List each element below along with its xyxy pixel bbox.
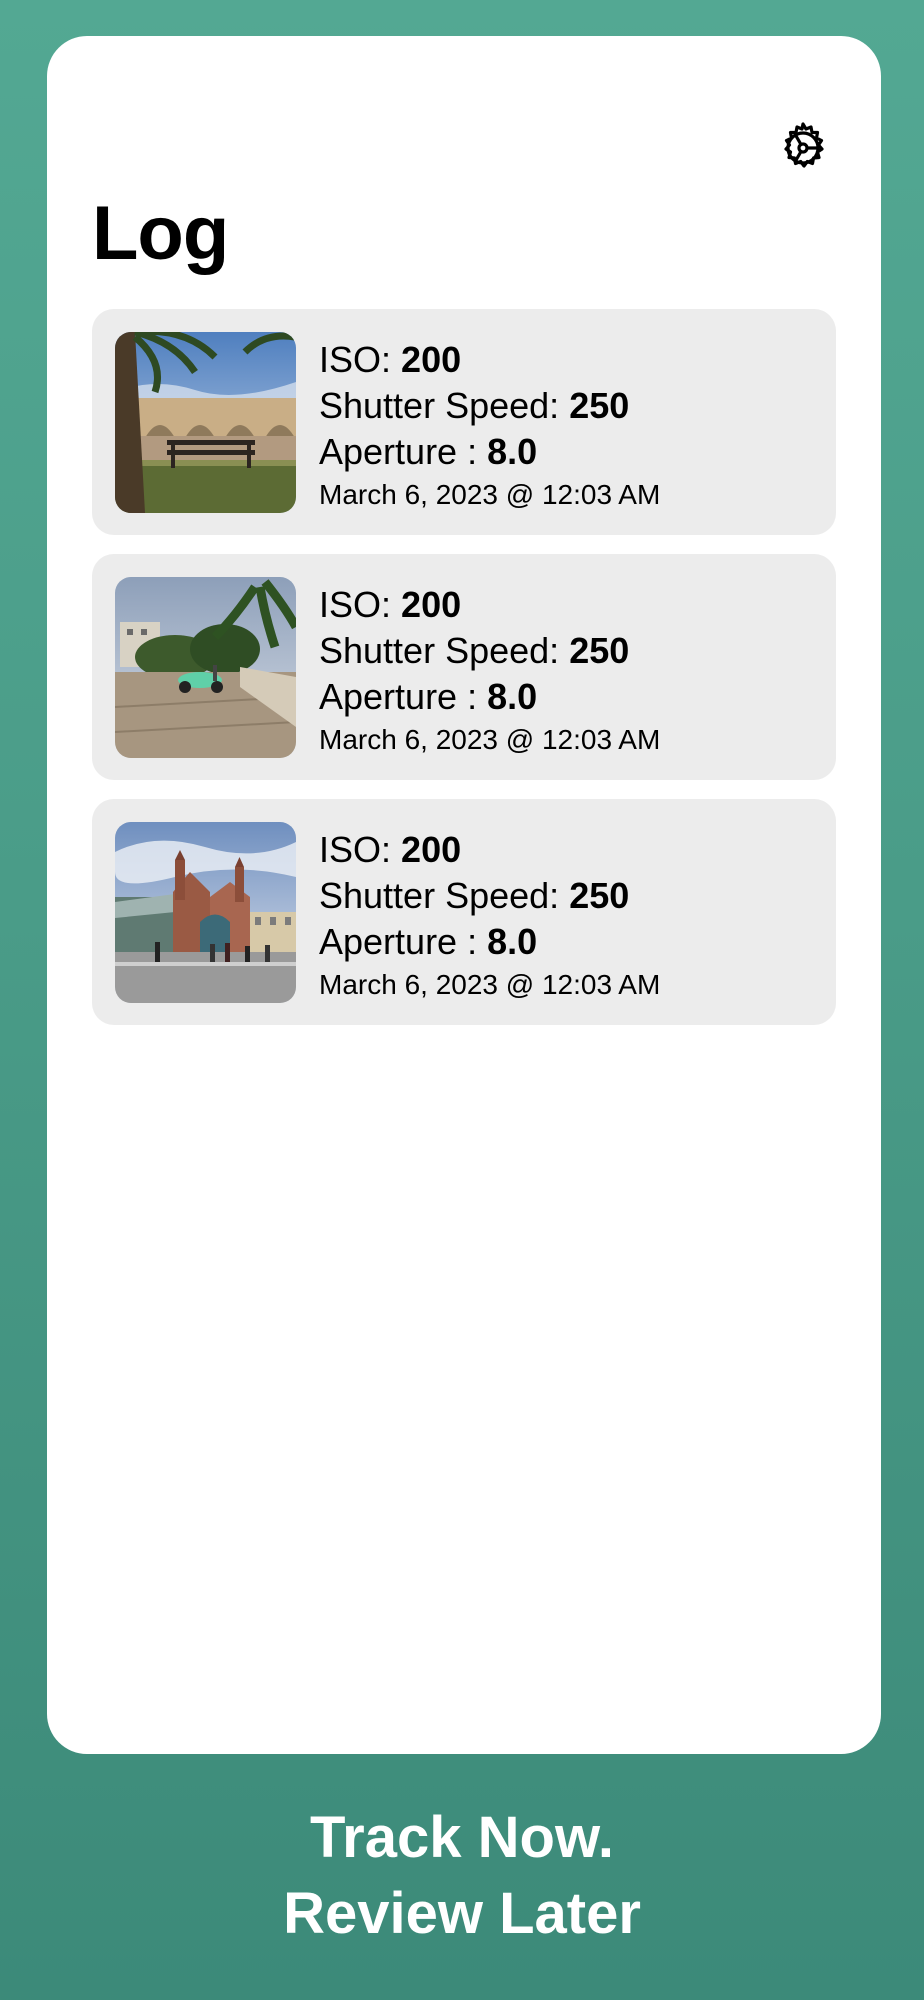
log-screen: Log ISO: 200 Shutter Speed: 250 Aperture… — [47, 36, 881, 1754]
iso-value: 200 — [401, 829, 462, 870]
promo-tagline: Track Now. Review Later — [0, 1800, 924, 1952]
aperture-label: Aperture : — [319, 676, 478, 717]
aperture-value: 8.0 — [487, 921, 538, 962]
entry-details: ISO: 200 Shutter Speed: 250 Aperture : 8… — [319, 582, 660, 760]
log-entry[interactable]: ISO: 200 Shutter Speed: 250 Aperture : 8… — [92, 309, 836, 535]
entry-date: March 6, 2023 @ 12:03 AM — [319, 969, 661, 1000]
iso-label: ISO: — [319, 584, 392, 625]
entry-date: March 6, 2023 @ 12:03 AM — [319, 479, 661, 510]
shutter-label: Shutter Speed: — [319, 875, 560, 916]
tagline-line-2: Review Later — [283, 1881, 641, 1946]
gear-icon — [784, 122, 824, 168]
iso-row: ISO: 200 — [319, 337, 660, 383]
iso-label: ISO: — [319, 339, 392, 380]
shutter-value: 250 — [569, 385, 630, 426]
scooter-street-photo — [115, 577, 296, 758]
entry-details: ISO: 200 Shutter Speed: 250 Aperture : 8… — [319, 827, 660, 1005]
entry-date: March 6, 2023 @ 12:03 AM — [319, 724, 661, 755]
shutter-row: Shutter Speed: 250 — [319, 873, 660, 919]
log-entry[interactable]: ISO: 200 Shutter Speed: 250 Aperture : 8… — [92, 799, 836, 1025]
log-entry[interactable]: ISO: 200 Shutter Speed: 250 Aperture : 8… — [92, 554, 836, 780]
aperture-row: Aperture : 8.0 — [319, 674, 660, 720]
log-list: ISO: 200 Shutter Speed: 250 Aperture : 8… — [92, 309, 836, 1044]
settings-button[interactable] — [771, 116, 835, 180]
aperture-label: Aperture : — [319, 431, 478, 472]
shutter-label: Shutter Speed: — [319, 630, 560, 671]
aperture-row: Aperture : 8.0 — [319, 919, 660, 965]
shutter-value: 250 — [569, 875, 630, 916]
entry-details: ISO: 200 Shutter Speed: 250 Aperture : 8… — [319, 337, 660, 515]
tagline-line-1: Track Now. — [309, 1805, 615, 1870]
aperture-row: Aperture : 8.0 — [319, 429, 660, 475]
aperture-label: Aperture : — [319, 921, 478, 962]
market-building-photo — [115, 822, 296, 1003]
aperture-value: 8.0 — [487, 431, 538, 472]
shutter-value: 250 — [569, 630, 630, 671]
shutter-label: Shutter Speed: — [319, 385, 560, 426]
shutter-row: Shutter Speed: 250 — [319, 628, 660, 674]
iso-row: ISO: 200 — [319, 827, 660, 873]
shutter-row: Shutter Speed: 250 — [319, 383, 660, 429]
iso-value: 200 — [401, 339, 462, 380]
bench-by-river-photo — [115, 332, 296, 513]
iso-label: ISO: — [319, 829, 392, 870]
page-title: Log — [92, 191, 229, 276]
iso-value: 200 — [401, 584, 462, 625]
iso-row: ISO: 200 — [319, 582, 660, 628]
aperture-value: 8.0 — [487, 676, 538, 717]
